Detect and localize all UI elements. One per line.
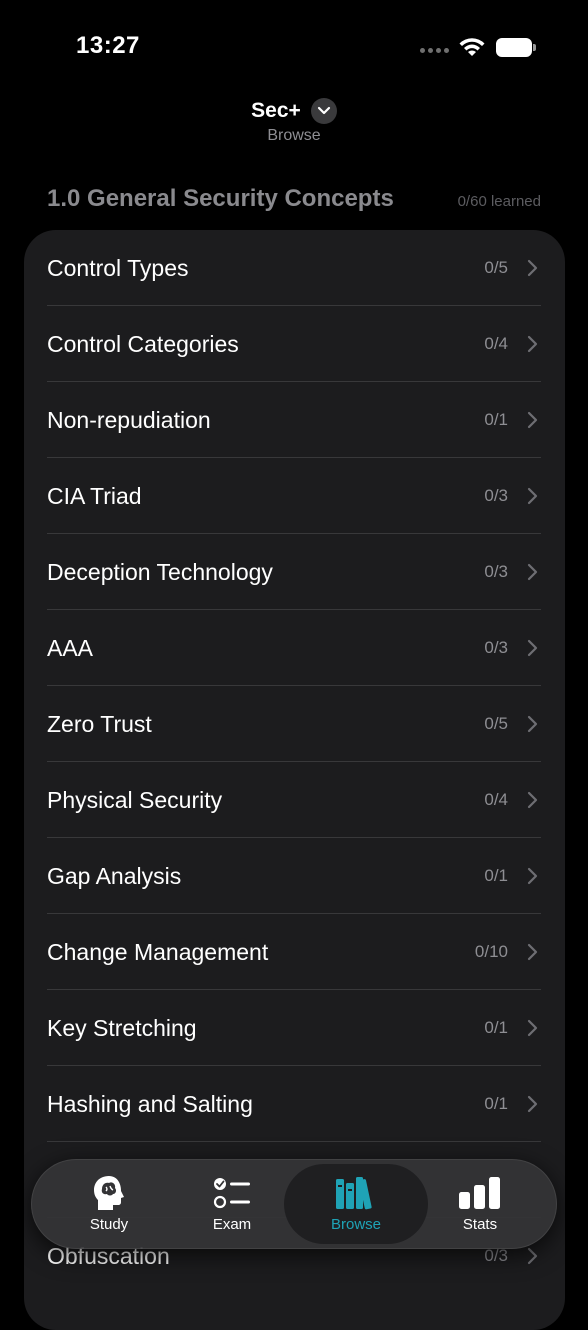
topic-label: Deception Technology [47,559,273,585]
chevron-right-icon [527,487,538,505]
chevron-right-icon [527,943,538,961]
topic-label: Control Types [47,255,189,281]
topic-count: 0/10 [474,942,508,961]
topic-count: 0/5 [484,714,508,733]
topic-row[interactable]: CIA Triad 0/3 [24,458,565,534]
topic-label: Hashing and Salting [47,1091,253,1117]
status-bar: 13:27 [0,0,588,96]
battery-icon [496,38,536,57]
chevron-right-icon [527,867,538,885]
topic-row[interactable]: Hashing and Salting 0/1 [24,1066,565,1142]
course-title[interactable]: Sec+ [251,99,301,123]
tab-study[interactable]: Study [49,1159,169,1249]
section-progress: 0/60 learned [457,193,541,210]
tab-stats-label: Stats [462,1216,498,1233]
topic-row[interactable]: Key Stretching 0/1 [24,990,565,1066]
topic-row[interactable]: Control Types 0/5 [24,230,565,306]
tab-study-label: Study [89,1216,129,1233]
topic-label: CIA Triad [47,483,142,509]
chevron-right-icon [527,791,538,809]
topic-row[interactable]: Deception Technology 0/3 [24,534,565,610]
topic-count: 0/1 [484,866,508,885]
checklist-icon [172,1173,292,1213]
topic-count: 0/3 [484,638,508,657]
chevron-right-icon [527,639,538,657]
nav-header: Sec+ Browse [0,98,588,145]
bar-chart-icon [420,1173,540,1213]
topic-count: 0/1 [484,1018,508,1037]
brain-head-icon [49,1173,169,1213]
chevron-down-icon[interactable] [310,98,337,124]
chevron-right-icon [527,563,538,581]
chevron-right-icon [527,1019,538,1037]
topic-label: Change Management [47,939,269,965]
tab-browse-label: Browse [330,1216,382,1233]
chevron-right-icon [527,1247,538,1265]
status-time: 13:27 [76,32,140,59]
topic-label: Non-repudiation [47,407,211,433]
topic-count: 0/4 [484,334,508,353]
section-title: 1.0 General Security Concepts [47,185,394,212]
topic-row[interactable]: Zero Trust 0/5 [24,686,565,762]
topic-count: 0/1 [484,410,508,429]
tab-exam-label: Exam [212,1216,252,1233]
cellular-signal-icon [420,44,454,54]
topic-label: Key Stretching [47,1015,197,1041]
wifi-icon [459,38,485,56]
topic-row[interactable]: Gap Analysis 0/1 [24,838,565,914]
topic-count: 0/3 [484,486,508,505]
topic-label: Gap Analysis [47,863,182,889]
chevron-right-icon [527,335,538,353]
topic-count: 0/1 [484,1094,508,1113]
topic-label: Control Categories [47,331,239,357]
topic-row[interactable]: Non-repudiation 0/1 [24,382,565,458]
topic-label: AAA [47,635,94,661]
topic-label: Physical Security [47,787,223,813]
tab-bar: Study Exam Browse Stats [31,1159,557,1249]
chevron-right-icon [527,1095,538,1113]
topic-count: 0/3 [484,562,508,581]
section-header: 1.0 General Security Concepts 0/60 learn… [47,185,541,213]
topic-row[interactable]: Physical Security 0/4 [24,762,565,838]
tab-stats[interactable]: Stats [420,1159,540,1249]
course-selector[interactable]: Sec+ [0,98,588,124]
chevron-right-icon [527,715,538,733]
tab-exam[interactable]: Exam [172,1159,292,1249]
topic-count: 0/5 [484,258,508,277]
chevron-right-icon [527,411,538,429]
books-icon [296,1173,416,1213]
topic-count: 0/4 [484,790,508,809]
page-subtitle: Browse [267,127,321,144]
topic-row[interactable]: Change Management 0/10 [24,914,565,990]
topic-row[interactable]: AAA 0/3 [24,610,565,686]
topic-label: Zero Trust [47,711,152,737]
tab-browse[interactable]: Browse [296,1159,416,1249]
chevron-right-icon [527,259,538,277]
topic-row[interactable]: Control Categories 0/4 [24,306,565,382]
